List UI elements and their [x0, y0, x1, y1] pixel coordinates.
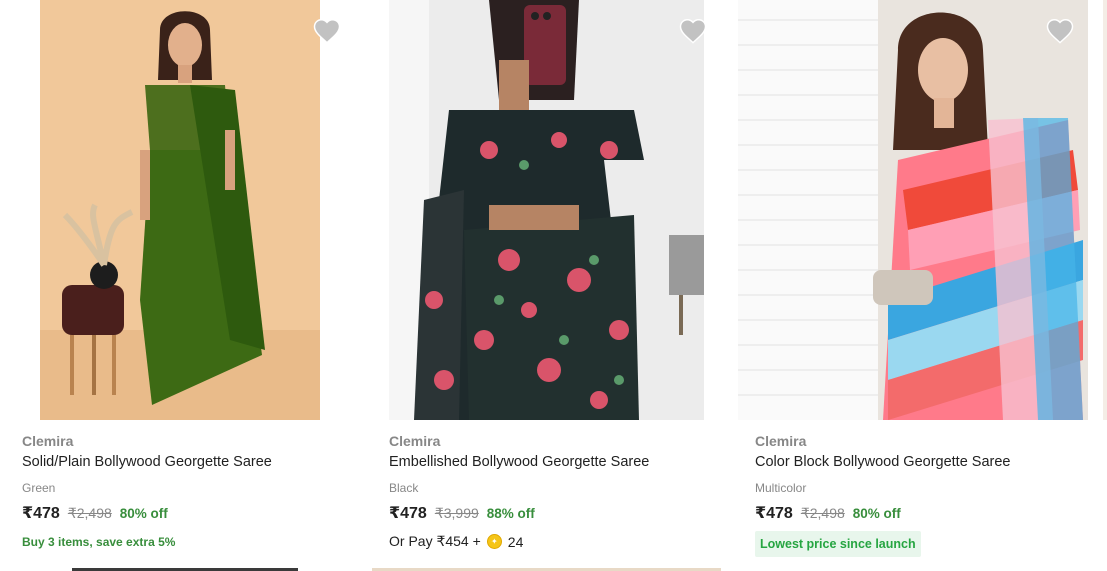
- product-title[interactable]: Solid/Plain Bollywood Georgette Saree: [22, 454, 272, 470]
- wishlist-heart-icon[interactable]: [312, 16, 342, 46]
- lowest-price-badge: Lowest price since launch: [755, 531, 921, 557]
- product-image[interactable]: [389, 0, 704, 420]
- brand-name: Clemira: [755, 433, 807, 449]
- original-price: ₹2,498: [67, 505, 112, 521]
- product-color: Green: [22, 481, 56, 495]
- product-color: Multicolor: [755, 481, 807, 495]
- product-title[interactable]: Color Block Bollywood Georgette Saree: [755, 454, 1011, 470]
- product-image[interactable]: [40, 0, 320, 420]
- product-image[interactable]: [738, 0, 1088, 420]
- selling-price: ₹478: [755, 505, 793, 522]
- discount-percent: 88% off: [486, 506, 535, 521]
- bundle-offer: Buy 3 items, save extra 5%: [22, 535, 176, 549]
- price-row: ₹478 ₹3,999 88% off: [389, 503, 535, 523]
- brand-name: Clemira: [389, 433, 441, 449]
- wishlist-heart-icon[interactable]: [1045, 16, 1075, 46]
- discount-percent: 80% off: [119, 506, 168, 521]
- product-card[interactable]: Clemira Color Block Bollywood Georgette …: [733, 0, 1088, 571]
- coin-count: 24: [507, 533, 524, 550]
- product-color: Black: [389, 481, 419, 495]
- selling-price: ₹478: [22, 505, 60, 522]
- or-pay-label: Or Pay ₹454 +: [389, 533, 481, 549]
- original-price: ₹3,999: [434, 505, 479, 521]
- next-card-image-edge: [1103, 0, 1107, 420]
- discount-percent: 80% off: [852, 506, 901, 521]
- supercoin-offer: Or Pay ₹454 + ✦ 24: [389, 533, 523, 550]
- product-title[interactable]: Embellished Bollywood Georgette Saree: [389, 454, 649, 470]
- selling-price: ₹478: [389, 505, 427, 522]
- supercoin-icon: ✦: [486, 534, 502, 549]
- price-row: ₹478 ₹2,498 80% off: [755, 503, 901, 523]
- brand-name: Clemira: [22, 433, 74, 449]
- price-row: ₹478 ₹2,498 80% off: [22, 503, 168, 523]
- product-card[interactable]: Clemira Solid/Plain Bollywood Georgette …: [0, 0, 342, 571]
- wishlist-heart-icon[interactable]: [678, 16, 708, 46]
- original-price: ₹2,498: [800, 505, 845, 521]
- product-card[interactable]: Clemira Embellished Bollywood Georgette …: [367, 0, 721, 571]
